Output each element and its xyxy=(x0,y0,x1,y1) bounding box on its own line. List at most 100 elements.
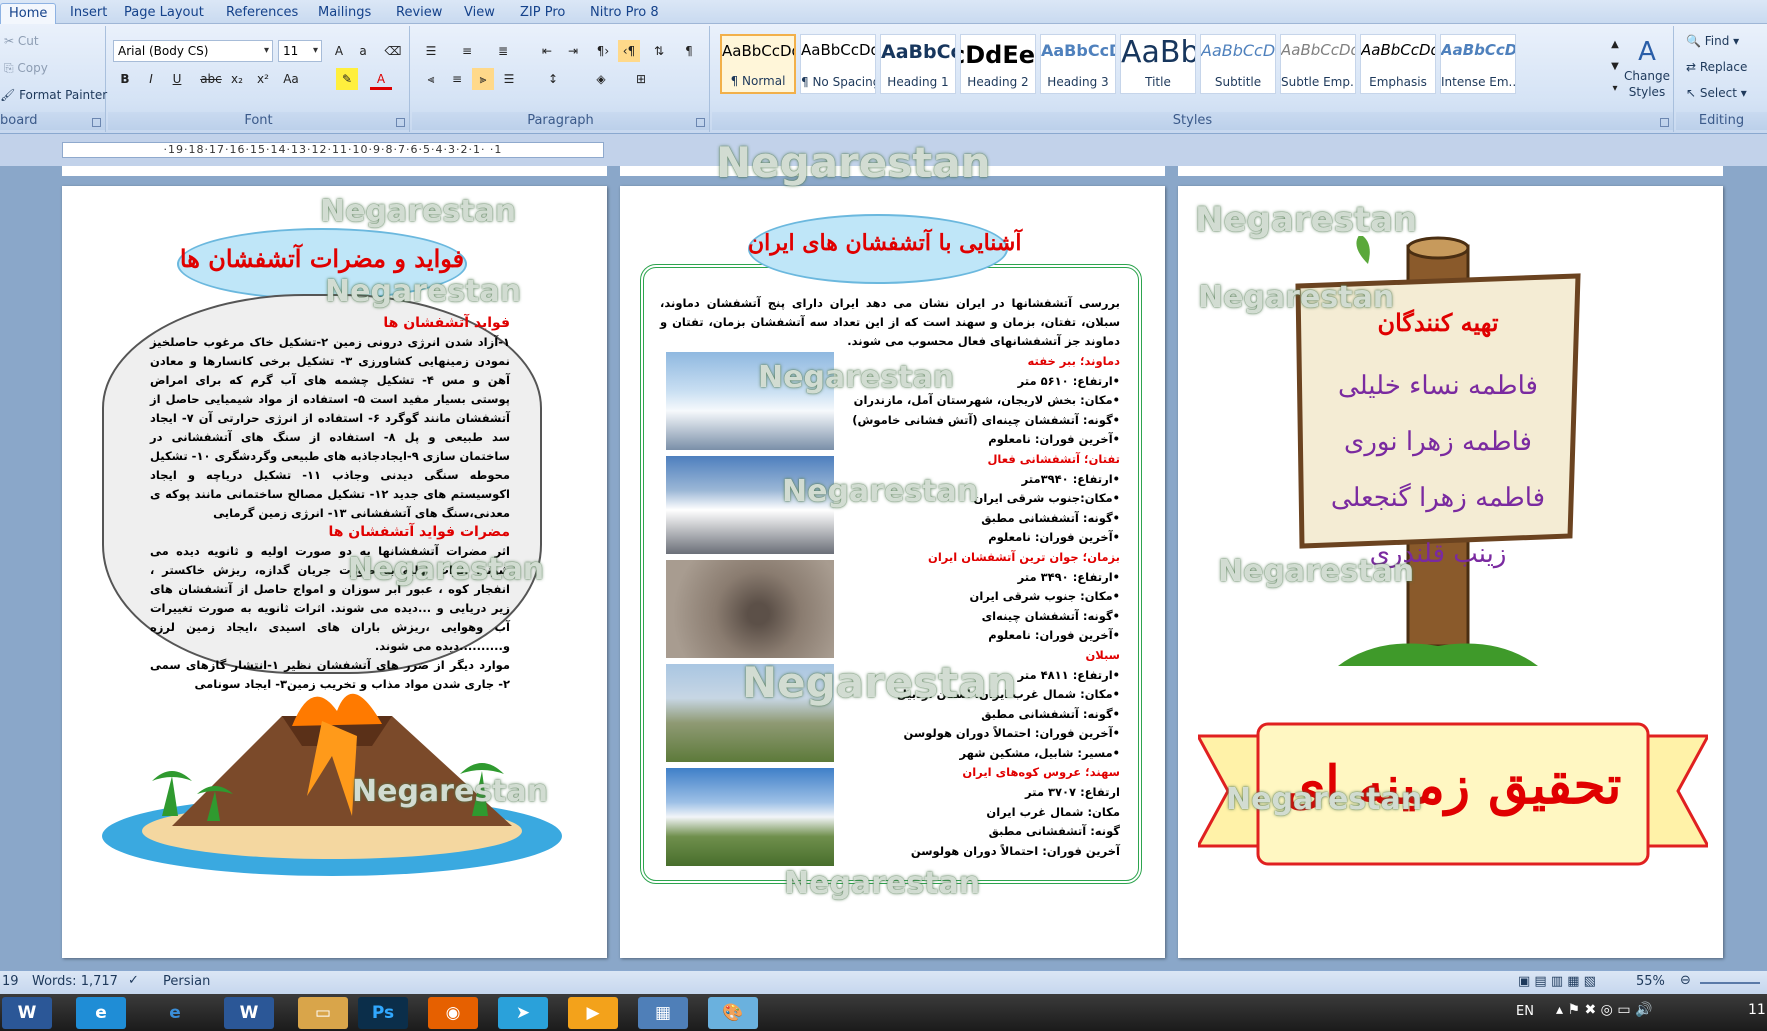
page-iran-volcanoes[interactable]: آشنایی با آتشفشان های ایران بررسی آتشفشا… xyxy=(620,186,1165,958)
style-title[interactable]: AaBbCcDdEe Title xyxy=(1120,34,1196,94)
align-left-icon[interactable]: ⫷ xyxy=(420,68,442,90)
styles-group: AaBbCcDdEe ¶ Normal AaBbCcDdEe ¶ No Spac… xyxy=(712,26,1674,132)
language-bar[interactable]: EN xyxy=(1516,1004,1534,1019)
select-button[interactable]: ↖ Select ▾ xyxy=(1686,86,1747,100)
zoom-out-icon[interactable]: ⊖ xyxy=(1680,973,1691,988)
style-heading-2[interactable]: AaBbCcDdEe Heading 2 xyxy=(960,34,1036,94)
strikethrough-icon[interactable]: abc xyxy=(200,68,222,90)
tab-zip-pro[interactable]: ZIP Pro xyxy=(512,3,573,24)
shrink-font-icon[interactable]: a xyxy=(352,40,374,62)
font-name-combo[interactable]: Arial (Body CS) xyxy=(113,40,273,62)
tab-review[interactable]: Review xyxy=(388,3,450,24)
subscript-icon[interactable]: x₂ xyxy=(226,68,248,90)
style-subtle-emphasis[interactable]: AaBbCcDdEe Subtle Emp... xyxy=(1280,34,1356,94)
line-spacing-icon[interactable]: ↕ xyxy=(542,68,564,90)
style-subtitle[interactable]: AaBbCcDdEe Subtitle xyxy=(1200,34,1276,94)
control-panel-icon[interactable]: ▦ xyxy=(638,997,688,1029)
style-emphasis[interactable]: AaBbCcDdEe Emphasis xyxy=(1360,34,1436,94)
font-size-combo[interactable]: 11 xyxy=(278,40,322,62)
ltr-icon[interactable]: ¶› xyxy=(592,40,614,62)
clock[interactable]: 11 xyxy=(1748,1002,1766,1018)
zoom-slider[interactable] xyxy=(1700,982,1760,984)
tab-page-layout[interactable]: Page Layout xyxy=(116,3,212,24)
clipboard-launcher-icon[interactable] xyxy=(92,118,101,127)
status-bar: 19 Words: 1,717 ✓ Persian ▣ ▤ ▥ ▦ ▧ 55% … xyxy=(0,970,1767,994)
styles-more-icon[interactable]: ▾ xyxy=(1604,78,1626,100)
firefox-icon[interactable]: ◉ xyxy=(428,997,478,1029)
paint-icon[interactable]: 🎨 xyxy=(708,997,758,1029)
styles-scroll-up-icon[interactable]: ▲ xyxy=(1604,34,1626,56)
rtl-icon[interactable]: ‹¶ xyxy=(618,40,640,62)
page-benefits-harms[interactable]: فواید و مضرات آتشفشان ها فواید آتشفشان ه… xyxy=(62,186,607,958)
volcano-name: سهند؛ عروس کوه‌های ایران xyxy=(962,765,1120,780)
horizontal-ruler[interactable]: ·19·18·17·16·15·14·13·12·11·10·9·8·7·6·5… xyxy=(62,142,604,158)
clear-format-icon[interactable]: ⌫ xyxy=(382,40,404,62)
multilevel-list-icon[interactable]: ≣ xyxy=(492,40,514,62)
underline-icon[interactable]: U xyxy=(166,68,188,90)
font-color-icon[interactable]: A xyxy=(370,68,392,90)
borders-icon[interactable]: ⊞ xyxy=(630,68,652,90)
media-player-icon[interactable]: ▶ xyxy=(568,997,618,1029)
word-count[interactable]: Words: 1,717 xyxy=(32,974,118,989)
superscript-icon[interactable]: x² xyxy=(252,68,274,90)
tab-view[interactable]: View xyxy=(456,3,503,24)
grow-font-icon[interactable]: A xyxy=(328,40,350,62)
banner-title: تحقیق زمینه ای xyxy=(1284,755,1622,816)
highlight-icon[interactable]: ✎ xyxy=(336,68,358,90)
tab-insert[interactable]: Insert xyxy=(62,3,115,24)
edge-icon[interactable]: e xyxy=(76,997,126,1029)
align-center-icon[interactable]: ≡ xyxy=(446,68,468,90)
internet-explorer-icon[interactable]: e xyxy=(150,997,200,1029)
volcano-detail: •ارتفاع: ۴۸۱۱ متر xyxy=(1017,667,1120,682)
page-number[interactable]: 19 xyxy=(2,974,19,989)
tray-icons[interactable]: ▴ ⚑ ✖ ◎ ▭ 🔊 xyxy=(1556,1002,1652,1018)
view-buttons[interactable]: ▣ ▤ ▥ ▦ ▧ xyxy=(1518,974,1596,989)
word-app-icon[interactable]: W xyxy=(2,997,52,1029)
previous-page-bottom xyxy=(1178,166,1723,176)
styles-scroll-down-icon[interactable]: ▼ xyxy=(1604,56,1626,78)
previous-page-bottom xyxy=(62,166,607,176)
style-intense-emphasis[interactable]: AaBbCcDdEe Intense Em... xyxy=(1440,34,1516,94)
page-cover[interactable]: تهیه کنندگان فاطمه نساء خلیلی فاطمه زهرا… xyxy=(1178,186,1723,958)
tab-nitro-pro[interactable]: Nitro Pro 8 xyxy=(582,3,667,24)
replace-button[interactable]: ⇄ Replace xyxy=(1686,60,1747,74)
show-marks-icon[interactable]: ¶ xyxy=(678,40,700,62)
bold-icon[interactable]: B xyxy=(114,68,136,90)
bullets-icon[interactable]: ☰ xyxy=(420,40,442,62)
italic-icon[interactable]: I xyxy=(140,68,162,90)
photoshop-icon[interactable]: Ps xyxy=(358,997,408,1029)
style-heading-1[interactable]: AaBbCcDdEe Heading 1 xyxy=(880,34,956,94)
word-document-icon[interactable]: W xyxy=(224,997,274,1029)
style-no-spacing[interactable]: AaBbCcDdEe ¶ No Spacing xyxy=(800,34,876,94)
sort-icon[interactable]: ⇅ xyxy=(648,40,670,62)
justify-icon[interactable]: ☰ xyxy=(498,68,520,90)
style-heading-3[interactable]: AaBbCcDdEe Heading 3 xyxy=(1040,34,1116,94)
styles-launcher-icon[interactable] xyxy=(1660,118,1669,127)
increase-indent-icon[interactable]: ⇥ xyxy=(562,40,584,62)
tab-home[interactable]: Home xyxy=(0,3,57,24)
numbering-icon[interactable]: ≡ xyxy=(456,40,478,62)
language-indicator[interactable]: Persian xyxy=(163,974,210,989)
cut-button[interactable]: ✂ Cut xyxy=(4,34,39,48)
change-case-icon[interactable]: Aa xyxy=(280,68,302,90)
copy-button[interactable]: ⎘ Copy xyxy=(4,61,48,76)
paragraph-launcher-icon[interactable] xyxy=(696,118,705,127)
find-label: Find xyxy=(1704,34,1730,48)
format-painter-button[interactable]: 🖌 Format Painter xyxy=(0,88,107,102)
find-button[interactable]: 🔍 Find ▾ xyxy=(1686,34,1739,48)
change-styles-button[interactable]: A Change Styles xyxy=(1624,36,1670,100)
align-right-icon[interactable]: ⫸ xyxy=(472,68,494,90)
tab-mailings[interactable]: Mailings xyxy=(310,3,379,24)
tab-references[interactable]: References xyxy=(218,3,306,24)
font-launcher-icon[interactable] xyxy=(396,118,405,127)
style-name: Heading 1 xyxy=(887,75,949,89)
zoom-level[interactable]: 55% xyxy=(1636,974,1665,989)
spelling-check-icon[interactable]: ✓ xyxy=(128,973,139,988)
shading-icon[interactable]: ◈ xyxy=(590,68,612,90)
decrease-indent-icon[interactable]: ⇤ xyxy=(536,40,558,62)
telegram-icon[interactable]: ➤ xyxy=(498,997,548,1029)
style-sample: AaBbCcDdEe xyxy=(1121,35,1195,70)
page-title: آشنایی با آتشفشان های ایران xyxy=(748,230,1022,256)
file-explorer-icon[interactable]: ▭ xyxy=(298,997,348,1029)
style-normal[interactable]: AaBbCcDdEe ¶ Normal xyxy=(720,34,796,94)
